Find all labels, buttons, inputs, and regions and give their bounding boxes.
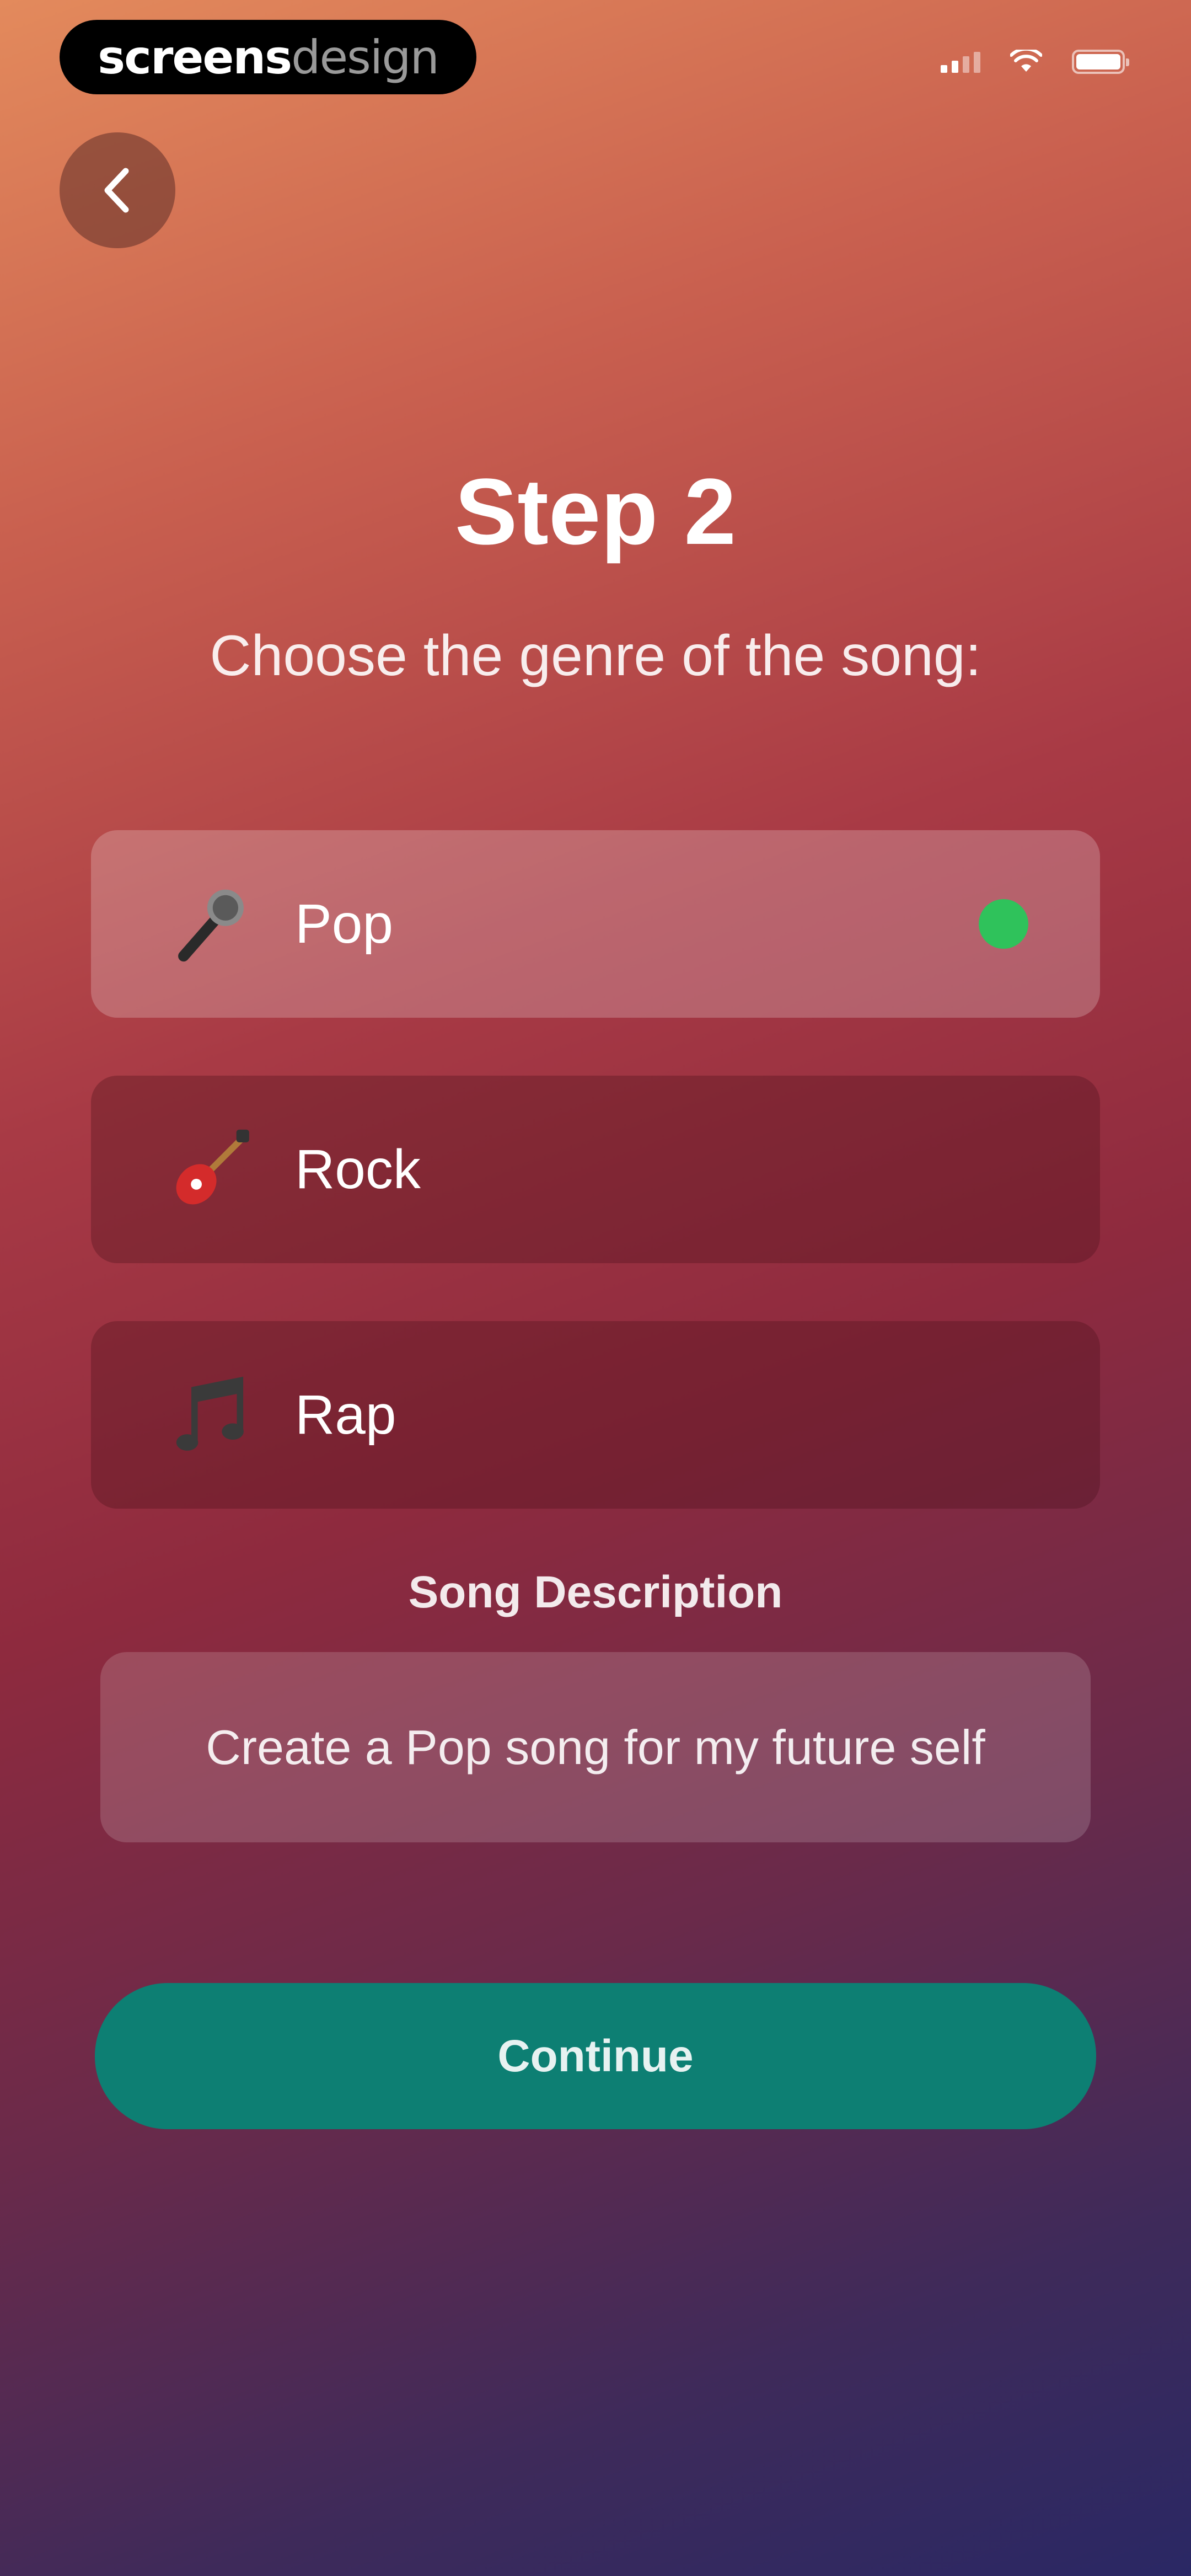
status-bar	[941, 50, 1129, 74]
brand-text-light: design	[291, 30, 439, 84]
step-subtitle: Choose the genre of the song:	[210, 624, 981, 688]
genre-label: Pop	[295, 892, 393, 955]
genre-option-pop[interactable]: Pop	[91, 830, 1100, 1018]
genre-option-rap[interactable]: Rap	[91, 1321, 1100, 1509]
music-notes-icon	[165, 1370, 256, 1461]
brand-watermark: screens design	[60, 20, 476, 94]
song-description-field[interactable]: Create a Pop song for my future self	[100, 1652, 1091, 1842]
chevron-left-icon	[104, 168, 129, 213]
battery-icon	[1072, 50, 1129, 74]
signal-icon	[941, 51, 980, 73]
genre-label: Rap	[295, 1383, 396, 1446]
selected-indicator	[979, 899, 1028, 949]
microphone-icon	[165, 879, 256, 970]
brand-text-bold: screens	[98, 30, 292, 84]
genre-label: Rock	[295, 1138, 421, 1200]
guitar-icon	[165, 1124, 256, 1215]
wifi-icon	[1010, 50, 1042, 72]
genre-option-rock[interactable]: Rock	[91, 1076, 1100, 1263]
song-description-label: Song Description	[408, 1567, 783, 1617]
back-button[interactable]	[60, 132, 175, 248]
step-title: Step 2	[454, 459, 737, 564]
continue-button[interactable]: Continue	[95, 1983, 1096, 2129]
